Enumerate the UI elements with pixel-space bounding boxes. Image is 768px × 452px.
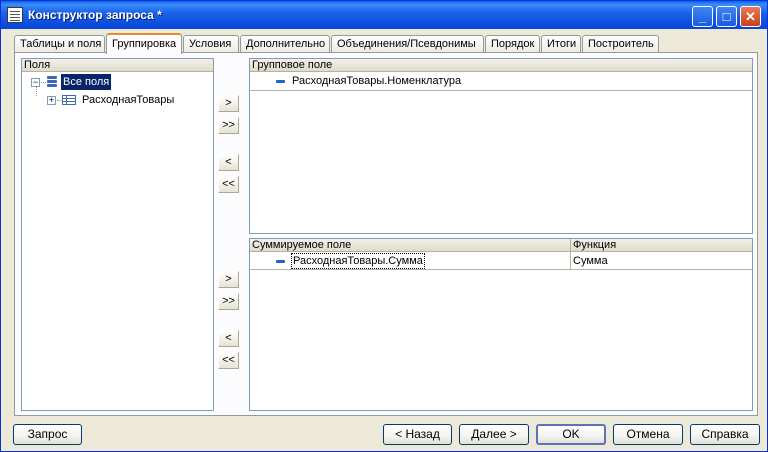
tab-conditions[interactable]: Условия <box>183 35 239 53</box>
remove-group-field-button[interactable]: < <box>218 154 239 171</box>
tree-item-all-fields[interactable]: − Все поля <box>22 74 212 90</box>
help-button[interactable]: Справка <box>690 424 760 445</box>
remove-sum-field-button[interactable]: < <box>218 330 239 347</box>
tab-builder[interactable]: Построитель <box>582 35 659 53</box>
expand-icon[interactable]: + <box>47 96 56 105</box>
sum-fields-table[interactable]: Суммируемое поле Функция РасходнаяТовары… <box>249 238 753 411</box>
query-builder-window: Конструктор запроса * _ □ ✕ Таблицы и по… <box>0 0 768 452</box>
add-group-field-button[interactable]: > <box>218 95 239 112</box>
add-all-sum-fields-button[interactable]: >> <box>218 293 239 310</box>
ok-button[interactable]: OK <box>536 424 606 445</box>
back-button[interactable]: < Назад <box>383 424 452 445</box>
database-icon <box>47 76 57 88</box>
add-all-group-fields-button[interactable]: >> <box>218 117 239 134</box>
tree-label-all-fields: Все поля <box>61 74 112 90</box>
group-fields-list[interactable]: Групповое поле РасходнаяТовары.Номенклат… <box>249 58 753 234</box>
fields-tree[interactable]: Поля − Все поля + РасходнаяТовары <box>21 58 214 411</box>
next-button[interactable]: Далее > <box>459 424 529 445</box>
tab-advanced[interactable]: Дополнительно <box>240 35 330 53</box>
remove-all-sum-fields-button[interactable]: << <box>218 352 239 369</box>
tab-order[interactable]: Порядок <box>485 35 540 53</box>
fields-header: Поля <box>22 59 213 72</box>
maximize-button[interactable]: □ <box>716 6 737 27</box>
tree-label-expense-goods: РасходнаяТовары <box>82 94 175 106</box>
function-column-header[interactable]: Функция <box>573 239 616 251</box>
tab-totals[interactable]: Итоги <box>541 35 581 53</box>
close-button[interactable]: ✕ <box>740 6 761 27</box>
app-icon <box>7 7 23 23</box>
tab-tables-and-fields[interactable]: Таблицы и поля <box>14 35 105 53</box>
group-field-row[interactable]: РасходнаяТовары.Номенклатура <box>250 73 750 89</box>
sum-table-header: Суммируемое поле Функция <box>250 239 752 252</box>
sum-field-column-header[interactable]: Суммируемое поле <box>252 239 351 251</box>
tree-item-expense-goods[interactable]: + РасходнаяТовары <box>22 92 212 108</box>
query-button[interactable]: Запрос <box>13 424 82 445</box>
table-icon <box>62 95 76 105</box>
tab-unions-aliases[interactable]: Объединения/Псевдонимы <box>331 35 484 53</box>
window-title: Конструктор запроса * <box>28 8 162 22</box>
tab-grouping[interactable]: Группировка <box>106 33 182 54</box>
title-bar[interactable]: Конструктор запроса * _ □ ✕ <box>1 1 767 29</box>
sum-field-row[interactable]: РасходнаяТовары.Сумма Сумма <box>250 253 750 269</box>
field-icon <box>276 80 285 83</box>
sum-field-name: РасходнаяТовары.Сумма <box>291 253 425 269</box>
group-field-name: РасходнаяТовары.Номенклатура <box>292 75 462 87</box>
group-field-header: Групповое поле <box>250 59 752 72</box>
sum-function-value[interactable]: Сумма <box>573 253 608 269</box>
remove-all-group-fields-button[interactable]: << <box>218 176 239 193</box>
cancel-button[interactable]: Отмена <box>613 424 683 445</box>
grouping-tab-page: Поля − Все поля + РасходнаяТовары > >> <… <box>14 52 758 416</box>
add-sum-field-button[interactable]: > <box>218 271 239 288</box>
minimize-button[interactable]: _ <box>692 6 713 27</box>
field-icon <box>276 260 285 263</box>
collapse-icon[interactable]: − <box>31 78 40 87</box>
